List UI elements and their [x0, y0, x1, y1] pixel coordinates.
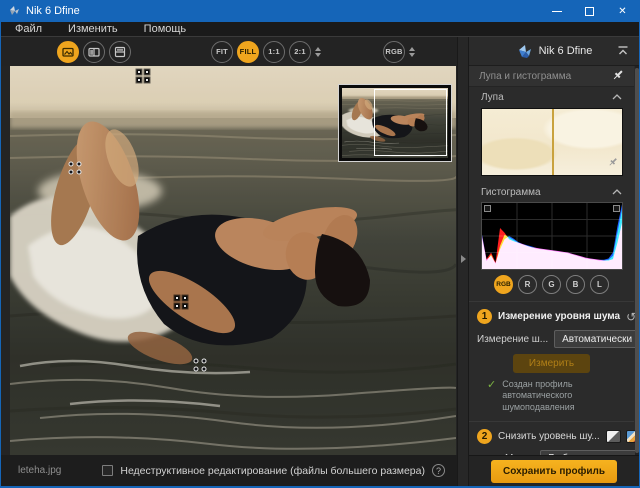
loupe-split-line	[552, 109, 554, 175]
right-panel: Nik 6 Dfine Лупа и гистограмма Лупа	[469, 37, 639, 486]
noise-measure-point-1[interactable]	[137, 70, 150, 83]
step1-header[interactable]: 1 Измерение уровня шума ↺	[469, 304, 634, 327]
measure-method-label: Измерение ш...	[477, 334, 548, 345]
loupe-section-header[interactable]: Лупа	[469, 87, 634, 107]
nondestructive-checkbox[interactable]	[102, 465, 113, 476]
shadow-clipping-toggle[interactable]	[484, 205, 491, 212]
collapse-panel-icon[interactable]	[617, 42, 629, 60]
histogram-canvas	[481, 202, 623, 270]
minimize-button[interactable]	[540, 0, 573, 22]
channel-stepper[interactable]	[409, 47, 415, 57]
panel-footer: Сохранить профиль	[469, 455, 639, 486]
close-button[interactable]: ✕	[606, 0, 639, 22]
measure-method-dropdown[interactable]: Автоматически	[554, 330, 639, 348]
chevron-up-icon[interactable]	[612, 189, 622, 195]
step2-number-badge: 2	[477, 429, 492, 444]
toolbar: FIT FILL 1:1 2:1 RGB	[1, 37, 457, 66]
zoom-1-1-button[interactable]: 1:1	[263, 41, 285, 63]
status-bar: leteha.jpg Недеструктивное редактировани…	[1, 455, 457, 486]
maximize-button[interactable]	[573, 0, 606, 22]
noise-measure-point-3[interactable]	[175, 296, 188, 309]
channel-view-button[interactable]: RGB	[383, 41, 405, 63]
histogram-section-header[interactable]: Гистограмма	[469, 182, 634, 202]
zoom-fit-button[interactable]: FIT	[211, 41, 233, 63]
single-image-icon	[62, 46, 74, 58]
navigator-view-rect[interactable]	[374, 89, 447, 156]
window-controls: ✕	[540, 0, 639, 22]
channel-b-button[interactable]: B	[566, 275, 585, 294]
menubar: Файл Изменить Помощь	[1, 22, 639, 37]
panel-title: Nik 6 Dfine	[539, 45, 593, 57]
step2-header[interactable]: 2 Снизить уровень шу... ↺	[469, 424, 634, 447]
histogram-title: Гистограмма	[481, 187, 541, 198]
window-title: Nik 6 Dfine	[26, 5, 80, 17]
titlebar: Nik 6 Dfine ✕	[1, 0, 639, 22]
loupe-histogram-header[interactable]: Лупа и гистограмма	[469, 66, 634, 87]
menu-file[interactable]: Файл	[15, 23, 42, 35]
channel-r-button[interactable]: R	[518, 275, 537, 294]
save-profile-button[interactable]: Сохранить профиль	[491, 460, 617, 483]
panel-scrollbar[interactable]	[635, 66, 639, 455]
panel-content: Лупа и гистограмма Лупа Гистогра	[469, 66, 639, 455]
zoom-fill-button[interactable]: FILL	[237, 41, 259, 63]
histogram-channels: RGB R G B L	[469, 275, 634, 294]
loupe-histogram-title: Лупа и гистограмма	[479, 71, 571, 82]
pin-icon[interactable]	[612, 69, 624, 84]
noise-measure-point-2[interactable]	[69, 162, 82, 175]
menu-edit[interactable]: Изменить	[68, 23, 118, 35]
scrollbar-thumb[interactable]	[635, 68, 639, 453]
collapse-panel-arrow-icon[interactable]	[461, 255, 466, 263]
app-window: Nik 6 Dfine ✕ Файл Изменить Помощь F	[0, 0, 640, 488]
help-icon[interactable]: ?	[432, 464, 445, 477]
view-single-button[interactable]	[57, 41, 79, 63]
panel-header: Nik 6 Dfine	[469, 37, 639, 66]
mask-preview-icon[interactable]	[606, 430, 621, 443]
split-horizontal-icon	[114, 46, 126, 58]
app-logo-icon	[8, 5, 20, 17]
zoom-2-1-button[interactable]: 2:1	[289, 41, 311, 63]
step2-title: Снизить уровень шу...	[498, 431, 600, 442]
channel-rgb-button[interactable]: RGB	[494, 275, 513, 294]
nik-logo-icon	[516, 43, 532, 59]
zoom-stepper[interactable]	[315, 47, 321, 57]
photo-canvas[interactable]	[10, 66, 456, 455]
nondestructive-label: Недеструктивное редактирование (файлы бо…	[120, 465, 425, 477]
split-vertical-icon	[88, 46, 100, 58]
navigator-thumbnail[interactable]	[338, 84, 452, 162]
channel-l-button[interactable]: L	[590, 275, 609, 294]
loupe-title: Лупа	[481, 92, 504, 103]
loupe-preview[interactable]	[481, 108, 623, 176]
noise-measure-point-4[interactable]	[194, 359, 207, 372]
check-icon: ✓	[487, 379, 496, 413]
channel-g-button[interactable]: G	[542, 275, 561, 294]
highlight-clipping-toggle[interactable]	[613, 205, 620, 212]
measure-button[interactable]: Измерить	[513, 354, 590, 373]
view-split-horizontal-button[interactable]	[109, 41, 131, 63]
profile-status-text: Создан профиль автоматического шумоподав…	[502, 379, 626, 413]
step1-title: Измерение уровня шума	[498, 311, 620, 322]
step1-number-badge: 1	[477, 309, 492, 324]
chevron-up-icon[interactable]	[612, 94, 622, 100]
menu-help[interactable]: Помощь	[144, 23, 187, 35]
view-split-vertical-button[interactable]	[83, 41, 105, 63]
profile-status: ✓ Создан профиль автоматического шумопод…	[469, 377, 634, 419]
panel-divider[interactable]	[457, 37, 469, 486]
filename-label: leteha.jpg	[18, 465, 61, 476]
image-viewport	[1, 66, 457, 455]
loupe-pin-icon[interactable]	[608, 154, 618, 172]
